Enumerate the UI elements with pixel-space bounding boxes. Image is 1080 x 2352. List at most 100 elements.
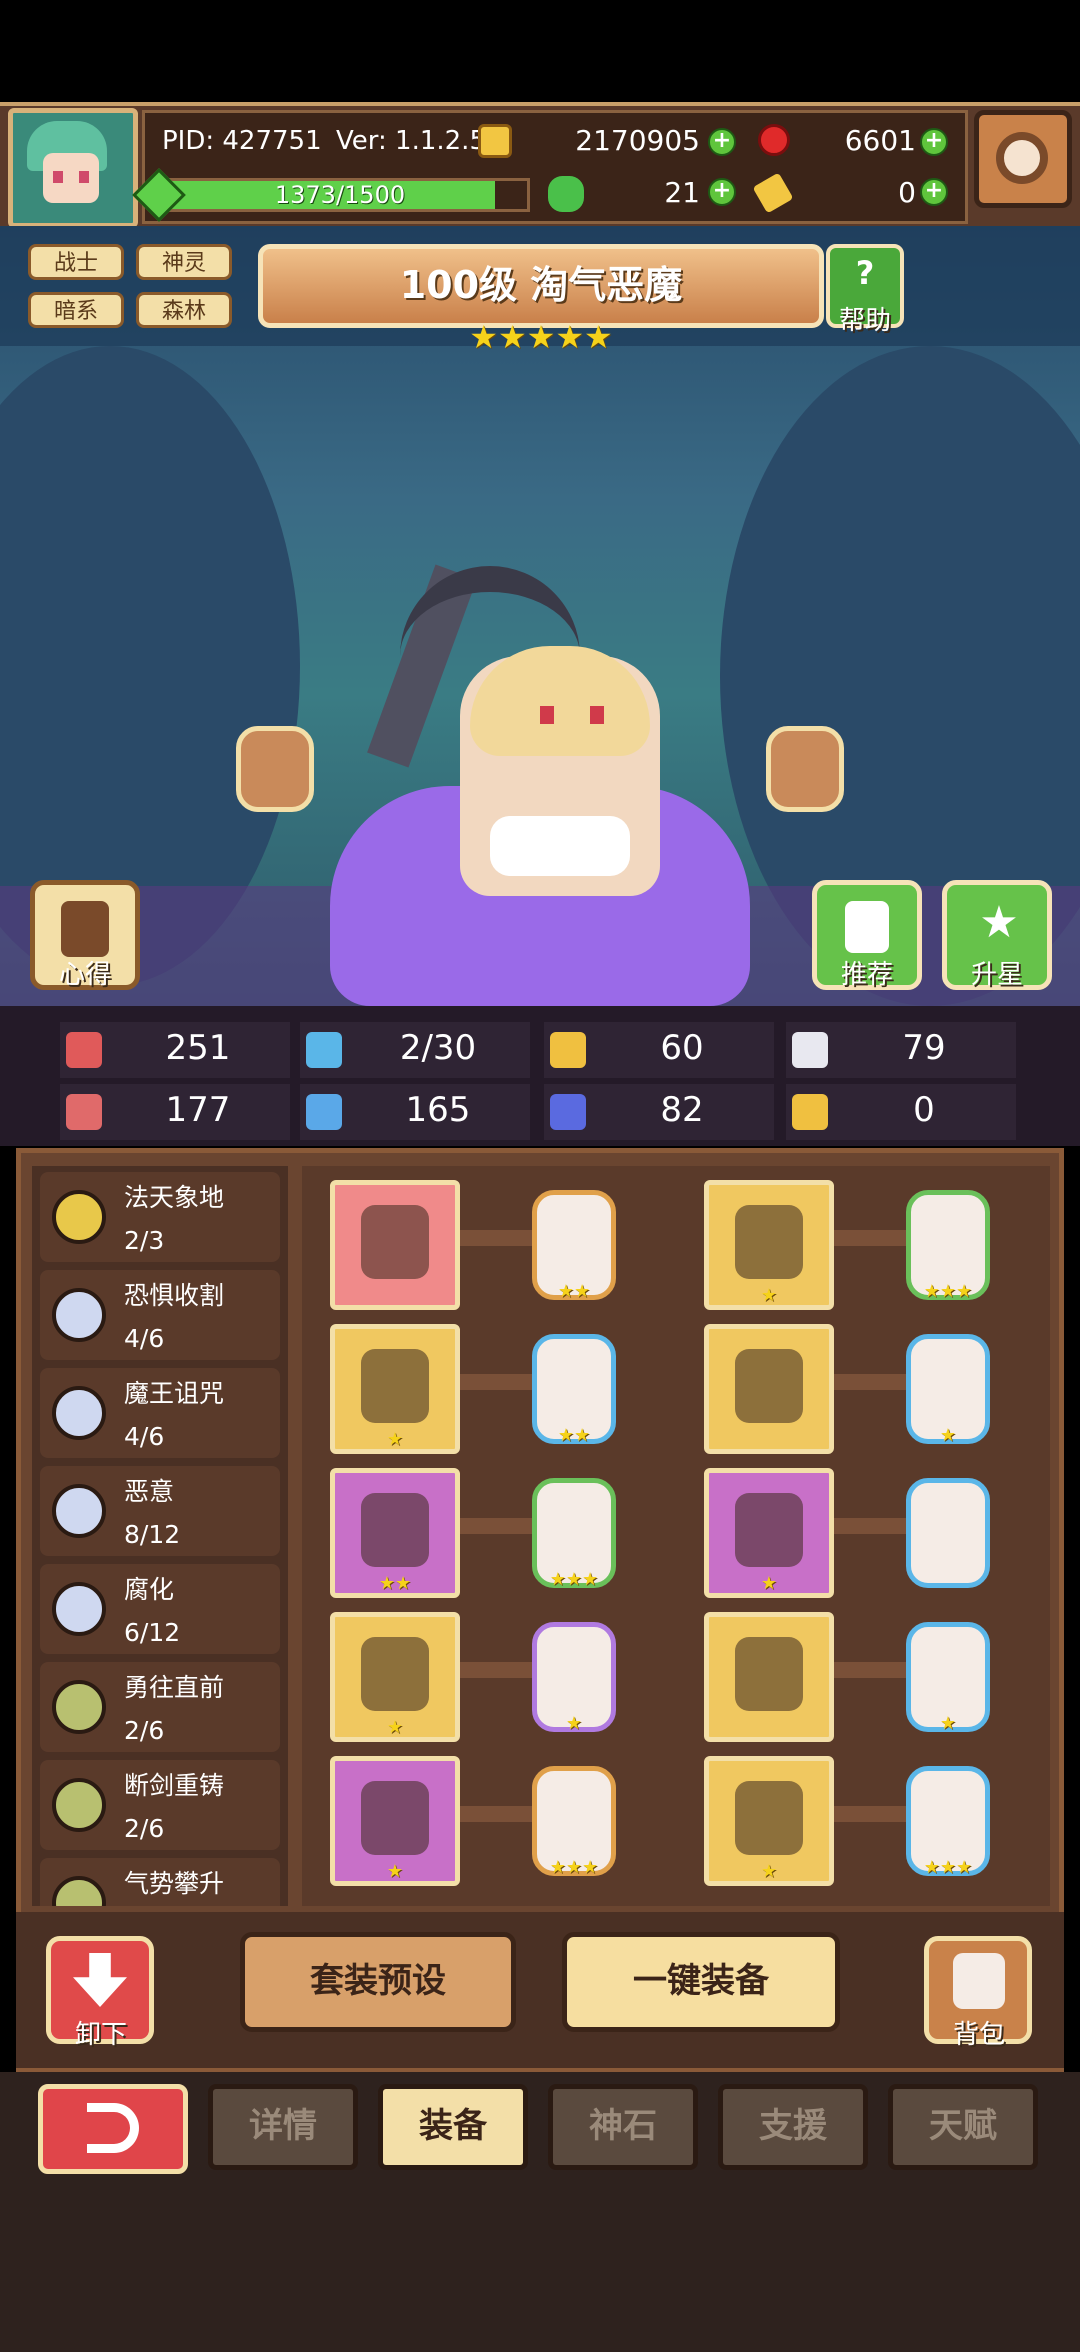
equipment-slot[interactable]: ★ <box>704 1180 834 1310</box>
tag-forest: 森林 <box>136 292 232 328</box>
auto-equip-button[interactable]: 一键装备 <box>562 1932 840 2032</box>
set-bonus-item[interactable]: 恐惧收割 4/6 <box>40 1270 280 1360</box>
help-label: 帮助 <box>838 306 891 336</box>
equipment-slot[interactable] <box>704 1324 834 1454</box>
set-progress: 4/6 <box>124 1324 165 1353</box>
stat-cell: 79 <box>786 1022 1016 1078</box>
set-bonus-item[interactable]: 魔王诅咒 4/6 <box>40 1368 280 1458</box>
set-emblem-icon <box>52 1778 106 1832</box>
set-bonus-item[interactable]: 恶意 8/12 <box>40 1466 280 1556</box>
slot-connector <box>460 1230 534 1246</box>
recommend-label: 推荐 <box>840 960 893 990</box>
system-status-bar <box>0 0 1080 102</box>
rune-slot[interactable] <box>906 1478 990 1588</box>
slot-connector <box>834 1662 908 1678</box>
tab-4[interactable]: 天赋 <box>888 2084 1038 2170</box>
rune-slot[interactable]: ★★★ <box>532 1478 616 1590</box>
stat-cell: 165 <box>300 1084 530 1140</box>
slot-connector <box>834 1374 908 1390</box>
rune-slot[interactable]: ★★ <box>532 1334 616 1446</box>
item-stars: ★ <box>386 1717 404 1738</box>
action-bar <box>16 1912 1064 2068</box>
equipment-slot[interactable]: ★ <box>704 1756 834 1886</box>
item-stars: ★ <box>760 1573 778 1594</box>
set-bonus-item[interactable]: 气势攀升 <box>40 1858 280 1906</box>
rune-stars: ★★★ <box>549 1857 599 1878</box>
item-stars: ★★ <box>378 1573 412 1594</box>
equipment-slot[interactable]: ★ <box>704 1468 834 1598</box>
stat-value: 82 <box>660 1090 704 1130</box>
tab-1[interactable]: 装备 <box>378 2084 528 2170</box>
equipment-grid: ★★ ★ ★★★ ★ ★★ ★ ★★ ★★★ ★ ★ ★ ★ ★ ★★★ ★ ★★★ <box>302 1166 1050 1906</box>
set-emblem-icon <box>52 1680 106 1734</box>
set-name: 魔王诅咒 <box>124 1379 225 1408</box>
red-gem-icon <box>758 124 790 156</box>
gold-coin-icon <box>478 124 512 158</box>
rune-stars: ★★★ <box>923 1281 973 1302</box>
set-bonus-list[interactable]: 法天象地 2/3 恐惧收割 4/6 魔王诅咒 4/6 恶意 8/12 腐化 6/12 勇往直前 2/6… <box>32 1166 288 1906</box>
rune-slot[interactable]: ★★★ <box>906 1766 990 1878</box>
equipment-slot[interactable]: ★ <box>330 1756 460 1886</box>
stat-cell: 0 <box>786 1084 1016 1140</box>
stat-value: 2/30 <box>399 1028 477 1068</box>
player-avatar[interactable] <box>8 108 138 228</box>
equipment-slot[interactable] <box>330 1180 460 1310</box>
ring-icon <box>361 1781 429 1855</box>
slot-connector <box>460 1518 534 1534</box>
unequip-label: 卸下 <box>74 2020 127 2050</box>
rune-slot[interactable]: ★★★ <box>906 1190 990 1302</box>
gold-amount: 2170905 <box>575 124 700 157</box>
character-stars: ★★★★★ <box>469 318 613 356</box>
chest-icon <box>735 1349 803 1423</box>
set-emblem-icon <box>52 1582 106 1636</box>
character-eye <box>590 706 604 724</box>
set-bonus-item[interactable]: 腐化 6/12 <box>40 1564 280 1654</box>
slot-connector <box>460 1374 534 1390</box>
set-progress: 2/3 <box>124 1226 165 1255</box>
add-gold-button[interactable]: + <box>708 128 736 156</box>
stat-value: 60 <box>660 1028 704 1068</box>
stat-cell: 60 <box>544 1022 774 1078</box>
slot-connector <box>834 1518 908 1534</box>
staff-icon <box>361 1205 429 1279</box>
rune-slot[interactable]: ★ <box>532 1622 616 1734</box>
add-key-button[interactable]: + <box>920 178 948 206</box>
heart-icon <box>66 1032 102 1068</box>
set-progress: 2/6 <box>124 1814 165 1843</box>
stat-value: 251 <box>165 1028 231 1068</box>
add-clover-button[interactable]: + <box>708 178 736 206</box>
back-button[interactable] <box>38 2084 188 2174</box>
rune-stars: ★★ <box>557 1425 591 1446</box>
character-outfit <box>490 816 630 876</box>
avatar-eye <box>53 171 63 183</box>
rune-slot[interactable]: ★★ <box>532 1190 616 1302</box>
equipment-slot[interactable]: ★★ <box>330 1468 460 1598</box>
bowl-icon <box>735 1637 803 1711</box>
rune-slot[interactable]: ★ <box>906 1622 990 1734</box>
boots-icon <box>735 1781 803 1855</box>
set-bonus-item[interactable]: 法天象地 2/3 <box>40 1172 280 1262</box>
rune-slot[interactable]: ★★★ <box>532 1766 616 1878</box>
set-preset-button[interactable]: 套装预设 <box>240 1932 516 2032</box>
prev-character-button[interactable] <box>236 726 314 812</box>
wing-icon <box>792 1032 828 1068</box>
add-gem-button[interactable]: + <box>920 128 948 156</box>
equipment-slot[interactable]: ★ <box>330 1324 460 1454</box>
next-character-button[interactable] <box>766 726 844 812</box>
rune-stars: ★★★ <box>549 1569 599 1590</box>
equipment-slot[interactable]: ★ <box>330 1612 460 1742</box>
tab-3[interactable]: 支援 <box>718 2084 868 2170</box>
set-bonus-item[interactable]: 断剑重铸 2/6 <box>40 1760 280 1850</box>
tab-0[interactable]: 详情 <box>208 2084 358 2170</box>
stat-value: 165 <box>405 1090 471 1130</box>
set-name: 断剑重铸 <box>124 1771 225 1800</box>
tab-2[interactable]: 神石 <box>548 2084 698 2170</box>
avatar-face <box>43 153 99 203</box>
set-emblem-icon <box>52 1288 106 1342</box>
experience-text: 1373/1500 <box>274 181 406 209</box>
rune-slot[interactable]: ★ <box>906 1334 990 1446</box>
helmet-icon <box>735 1205 803 1279</box>
gem-amount: 6601 <box>844 124 916 157</box>
equipment-slot[interactable] <box>704 1612 834 1742</box>
set-bonus-item[interactable]: 勇往直前 2/6 <box>40 1662 280 1752</box>
